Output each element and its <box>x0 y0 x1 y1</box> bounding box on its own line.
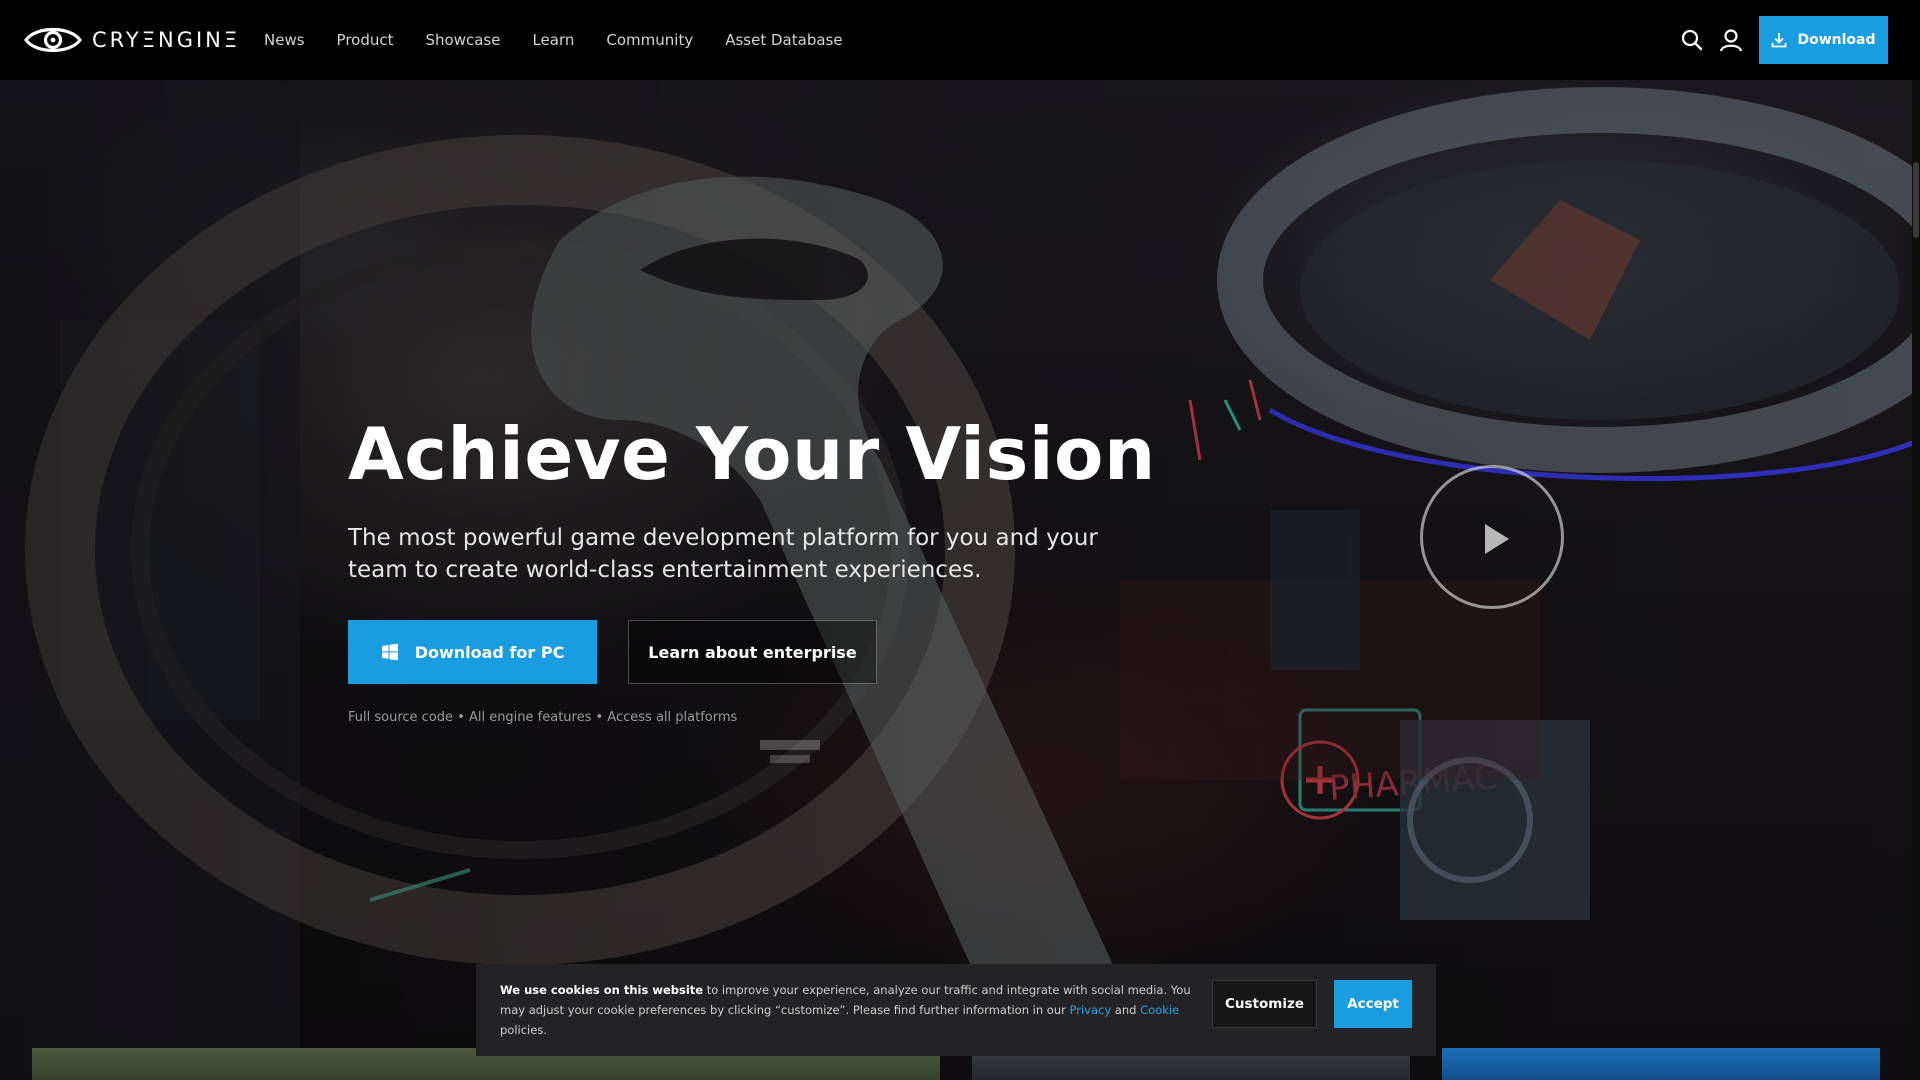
nav-item-showcase[interactable]: Showcase <box>426 31 501 49</box>
learn-about-enterprise-button[interactable]: Learn about enterprise <box>628 620 877 684</box>
search-icon[interactable] <box>1678 26 1706 54</box>
cookie-body-2: policies. <box>500 1023 547 1037</box>
hero-subtitle: The most powerful game development platf… <box>348 525 1098 583</box>
hero-title: Achieve Your Vision <box>348 412 1156 496</box>
play-icon <box>1485 524 1509 554</box>
nav-item-news[interactable]: News <box>264 31 305 49</box>
download-for-pc-label: Download for PC <box>414 642 565 662</box>
privacy-link[interactable]: Privacy <box>1070 1003 1112 1017</box>
nav-item-community[interactable]: Community <box>606 31 693 49</box>
cookie-and: and <box>1111 1003 1141 1017</box>
top-navigation: CRYΞNGINΞ News Product Showcase Learn Co… <box>0 0 1920 80</box>
hero-section: PHARMAC Achieve Your Vision The most pow… <box>0 80 1920 1080</box>
download-icon <box>1772 33 1787 48</box>
showcase-thumbnail-3[interactable] <box>1442 1048 1880 1080</box>
header-download-label: Download <box>1797 32 1876 48</box>
cookie-message: We use cookies on this website to improv… <box>500 980 1200 1040</box>
cryengine-eye-logo-icon <box>24 28 82 52</box>
scrollbar-thumb[interactable] <box>1913 162 1919 238</box>
nav-item-product[interactable]: Product <box>337 31 394 49</box>
cookie-policy-link[interactable]: Cookie <box>1140 1003 1179 1017</box>
cookie-lead: We use cookies on this website <box>500 983 704 997</box>
header-download-button[interactable]: Download <box>1759 16 1888 64</box>
brand-logo[interactable]: CRYΞNGINΞ <box>24 24 240 56</box>
customize-button[interactable]: Customize <box>1212 980 1317 1028</box>
brand-name: CRYΞNGINΞ <box>92 28 241 52</box>
download-for-pc-button[interactable]: Download for PC <box>348 620 597 684</box>
accept-button[interactable]: Accept <box>1334 980 1412 1028</box>
hero-features: Full source code • All engine features •… <box>348 710 738 725</box>
nav-item-learn[interactable]: Learn <box>532 31 574 49</box>
nav-item-asset-database[interactable]: Asset Database <box>725 31 842 49</box>
page-scrollbar[interactable] <box>1912 80 1920 1080</box>
play-video-button[interactable] <box>1420 465 1564 609</box>
cookie-banner: We use cookies on this website to improv… <box>476 964 1436 1056</box>
windows-icon <box>381 643 398 661</box>
main-nav: News Product Showcase Learn Community As… <box>264 0 875 80</box>
user-icon[interactable] <box>1717 26 1745 54</box>
